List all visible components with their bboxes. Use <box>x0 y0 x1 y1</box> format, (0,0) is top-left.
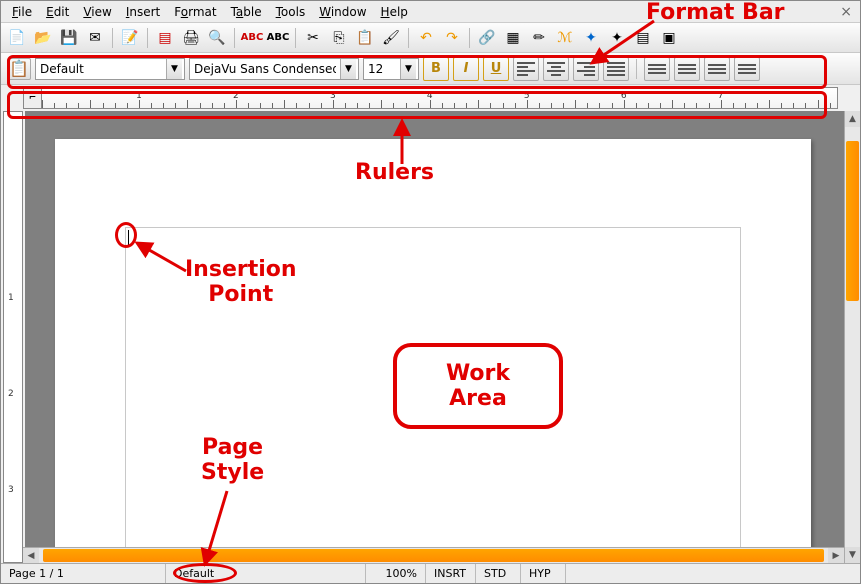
numbered-list-button[interactable] <box>644 57 670 81</box>
page-preview-icon[interactable]: 🔍 <box>205 26 229 50</box>
gallery-icon[interactable]: ✦ <box>605 26 629 50</box>
redo-icon[interactable]: ↷ <box>440 26 464 50</box>
menu-format[interactable]: Format <box>167 3 223 21</box>
font-name-combo[interactable]: ▼ <box>189 58 359 80</box>
align-right-button[interactable] <box>573 57 599 81</box>
paragraph-style-input[interactable] <box>36 62 166 76</box>
menu-tools[interactable]: Tools <box>269 3 313 21</box>
text-cursor <box>128 230 129 245</box>
insert-table-icon[interactable]: ▦ <box>501 26 525 50</box>
menu-edit[interactable]: Edit <box>39 3 76 21</box>
status-selection-mode[interactable]: STD <box>476 564 521 583</box>
underline-button[interactable]: U <box>483 57 509 81</box>
status-page-style[interactable]: Default <box>166 564 366 583</box>
ruler-corner: ⌐ <box>24 88 42 108</box>
chevron-down-icon[interactable]: ▼ <box>340 59 356 79</box>
copy-icon[interactable]: ⎘ <box>327 26 351 50</box>
menu-view[interactable]: View <box>76 3 118 21</box>
font-name-input[interactable] <box>190 62 340 76</box>
status-bar: Page 1 / 1 Default 100% INSRT STD HYP <box>1 563 860 583</box>
print-icon[interactable]: 🖨 <box>179 26 203 50</box>
align-center-button[interactable] <box>543 57 569 81</box>
scroll-left-icon[interactable]: ◀ <box>23 548 39 563</box>
new-icon[interactable]: 📄 <box>5 26 29 50</box>
decrease-indent-button[interactable] <box>704 57 730 81</box>
status-page: Page 1 / 1 <box>1 564 166 583</box>
styles-button[interactable]: 📋 <box>7 58 31 80</box>
format-paintbrush-icon[interactable]: 🖌 <box>379 26 403 50</box>
menu-window[interactable]: Window <box>312 3 373 21</box>
format-bar: 📋 ▼ ▼ ▼ B I U <box>1 53 860 85</box>
export-pdf-icon[interactable]: ▤ <box>153 26 177 50</box>
vertical-scrollbar[interactable]: ▲ ▼ <box>844 111 860 563</box>
bold-button[interactable]: B <box>423 57 449 81</box>
menu-table[interactable]: Table <box>224 3 269 21</box>
page[interactable] <box>55 139 811 563</box>
save-icon[interactable]: 💾 <box>57 26 81 50</box>
align-justify-button[interactable] <box>603 57 629 81</box>
italic-button[interactable]: I <box>453 57 479 81</box>
scroll-right-icon[interactable]: ▶ <box>828 548 844 563</box>
auto-spellcheck-icon[interactable]: ABC <box>266 26 290 50</box>
navigator-icon[interactable]: ✦ <box>579 26 603 50</box>
increase-indent-button[interactable] <box>734 57 760 81</box>
standard-toolbar: 📄 📂 💾 ✉ 📝 ▤ 🖨 🔍 ABC ABC ✂ ⎘ 📋 🖌 ↶ ↷ 🔗 ▦ … <box>1 23 860 53</box>
font-size-combo[interactable]: ▼ <box>363 58 419 80</box>
spellcheck-icon[interactable]: ABC <box>240 26 264 50</box>
status-hyphenation[interactable]: HYP <box>521 564 566 583</box>
menu-help[interactable]: Help <box>374 3 415 21</box>
edit-file-icon[interactable]: 📝 <box>118 26 142 50</box>
vertical-ruler[interactable]: 123 <box>3 111 23 563</box>
font-size-input[interactable] <box>364 62 400 76</box>
hyperlink-icon[interactable]: 🔗 <box>475 26 499 50</box>
undo-icon[interactable]: ↶ <box>414 26 438 50</box>
show-draw-icon[interactable]: ✏ <box>527 26 551 50</box>
menu-bar: File Edit View Insert Format Table Tools… <box>1 1 860 23</box>
paste-icon[interactable]: 📋 <box>353 26 377 50</box>
align-left-button[interactable] <box>513 57 539 81</box>
mail-icon[interactable]: ✉ <box>83 26 107 50</box>
chevron-down-icon[interactable]: ▼ <box>400 59 416 79</box>
menu-file[interactable]: File <box>5 3 39 21</box>
text-area[interactable] <box>125 227 741 563</box>
status-zoom[interactable]: 100% <box>366 564 426 583</box>
close-icon[interactable]: × <box>836 4 856 20</box>
data-sources-icon[interactable]: ▤ <box>631 26 655 50</box>
horizontal-ruler[interactable]: ⌐ 1234567 <box>23 87 838 109</box>
status-insert-mode[interactable]: INSRT <box>426 564 476 583</box>
vertical-scroll-thumb[interactable] <box>846 141 859 301</box>
open-icon[interactable]: 📂 <box>31 26 55 50</box>
document-viewport[interactable] <box>25 111 844 563</box>
horizontal-scrollbar[interactable]: ◀ ▶ <box>23 547 844 563</box>
paragraph-style-combo[interactable]: ▼ <box>35 58 185 80</box>
cut-icon[interactable]: ✂ <box>301 26 325 50</box>
find-icon[interactable]: ℳ <box>553 26 577 50</box>
chevron-down-icon[interactable]: ▼ <box>166 59 182 79</box>
scroll-down-icon[interactable]: ▼ <box>845 547 860 563</box>
bullet-list-button[interactable] <box>674 57 700 81</box>
nonprinting-icon[interactable]: ▣ <box>657 26 681 50</box>
scroll-up-icon[interactable]: ▲ <box>845 111 860 127</box>
menu-insert[interactable]: Insert <box>119 3 167 21</box>
horizontal-scroll-thumb[interactable] <box>43 549 824 562</box>
